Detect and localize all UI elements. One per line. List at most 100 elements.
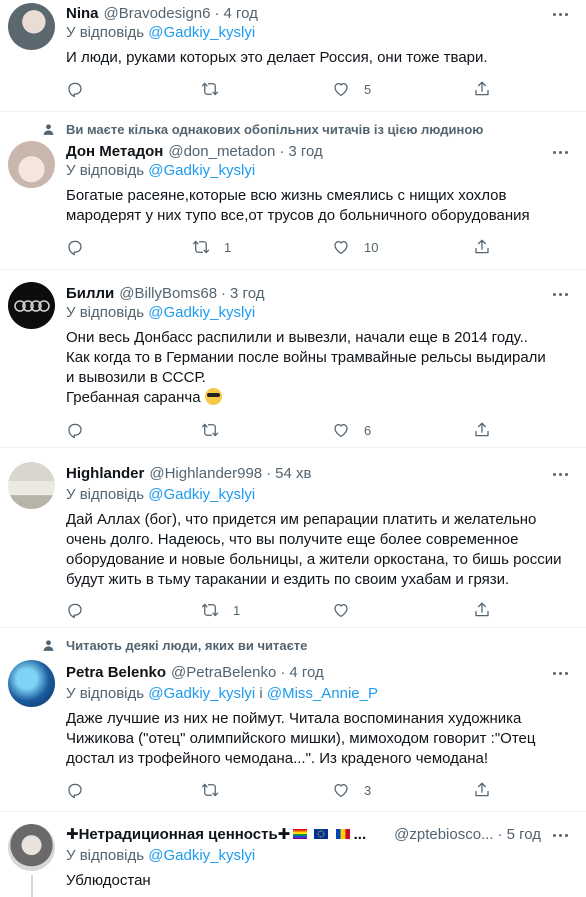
rainbow-flag-icon [293, 828, 308, 839]
author-name[interactable]: ✚Нетрадиционная ценность✚ [66, 825, 290, 843]
mention-link[interactable]: @Gadkiy_kyslyi [148, 304, 255, 321]
more-icon[interactable] [550, 464, 570, 484]
author-handle[interactable]: @BillyBoms68 [119, 285, 217, 302]
author-name[interactable]: Билли [66, 285, 114, 302]
like-button[interactable]: 10 [332, 237, 378, 257]
share-button[interactable] [473, 79, 491, 99]
heart-icon [334, 783, 348, 798]
tweet-header: Highlander @Highlander998 · 54 хв [66, 462, 311, 484]
tweet-timestamp[interactable]: 3 год [230, 285, 264, 302]
moldova-flag-icon [335, 828, 350, 839]
mention-link[interactable]: @Miss_Annie_P [267, 685, 378, 702]
share-icon [475, 81, 489, 96]
mention-link[interactable]: @Gadkiy_kyslyi [148, 162, 255, 179]
reply-icon [68, 603, 82, 619]
reply-context: У відповідь @Gadkiy_kyslyi [66, 304, 255, 324]
author-handle[interactable]: @Bravodesign6 [104, 5, 211, 22]
avatar[interactable] [8, 462, 55, 509]
retweet-button[interactable] [201, 780, 233, 800]
like-count: 5 [364, 81, 372, 97]
reply-button[interactable] [66, 79, 98, 99]
heart-icon [334, 82, 348, 97]
separator-dot: · [497, 825, 503, 843]
eu-flag-icon [314, 828, 329, 839]
tweet-timestamp[interactable]: 4 год [289, 664, 323, 681]
share-button[interactable] [473, 420, 491, 440]
more-icon[interactable] [550, 663, 570, 683]
mention-link[interactable]: @Gadkiy_kyslyi [148, 847, 255, 864]
avatar[interactable] [8, 141, 55, 188]
tweet-header: Nina @Bravodesign6 · 4 год [66, 2, 258, 24]
separator-dot: · [214, 4, 220, 22]
author-handle[interactable]: @PetraBelenko [171, 664, 276, 681]
more-icon[interactable] [550, 284, 570, 304]
tweet[interactable]: ✚Нетрадиционная ценность✚ ... @zptebiosc… [0, 812, 586, 897]
like-button[interactable] [332, 600, 364, 620]
tweet-text-line: Дай Аллах (бог), что придется им репарац… [66, 511, 537, 528]
reply-prefix: У відповідь [66, 162, 145, 179]
tweet[interactable]: Nina @Bravodesign6 · 4 год У відповідь @… [0, 0, 586, 112]
author-name[interactable]: Nina [66, 5, 99, 22]
tweet-text-line: достал из трофейного чемодана...". Из кр… [66, 750, 489, 767]
reply-prefix: У відповідь [66, 24, 145, 41]
reply-button[interactable] [66, 780, 98, 800]
retweet-button[interactable]: 1 [201, 600, 240, 620]
mention-link[interactable]: @Gadkiy_kyslyi [148, 685, 255, 702]
avatar[interactable] [8, 824, 55, 871]
tweet-text-line: Даже лучшие из них не поймут. Читала вос… [66, 710, 522, 727]
like-button[interactable]: 5 [332, 79, 371, 99]
tweet-header: Petra Belenko @PetraBelenko · 4 год [66, 661, 324, 683]
retweet-button[interactable] [201, 79, 233, 99]
retweet-button[interactable]: 1 [192, 237, 231, 257]
author-handle[interactable]: @Highlander998 [149, 465, 262, 482]
flag-icons [290, 826, 350, 843]
avatar[interactable] [8, 660, 55, 707]
reply-prefix: У відповідь [66, 847, 145, 864]
author-handle[interactable]: @zptebiosco... [394, 826, 493, 843]
like-count: 6 [364, 422, 372, 438]
more-icon[interactable] [550, 142, 570, 162]
author-name[interactable]: Дон Метадон [66, 143, 163, 160]
tweet-timestamp[interactable]: 4 год [223, 5, 257, 22]
reply-context: У відповідь @Gadkiy_kyslyi [66, 24, 255, 44]
reply-context: У відповідь @Gadkiy_kyslyi [66, 486, 255, 506]
author-name[interactable]: Petra Belenko [66, 664, 166, 681]
tweet[interactable]: Читають деякі люди, яких ви читаєте Petr… [0, 628, 586, 812]
like-button[interactable]: 3 [332, 780, 371, 800]
heart-icon [334, 240, 348, 255]
author-handle[interactable]: @don_metadon [168, 143, 275, 160]
tweet-text-line: очень долго. Надеюсь, что вы получите ещ… [66, 531, 519, 548]
retweet-icon [201, 82, 219, 96]
tweet[interactable]: Ви маєте кілька однакових обопільних чит… [0, 112, 586, 270]
reply-button[interactable] [66, 600, 98, 620]
retweet-icon [201, 603, 219, 617]
tweet[interactable]: Билли @BillyBoms68 · 3 год У відповідь @… [0, 270, 586, 448]
tweet-text: Богатые расеяне,которые всю жизнь смеяли… [66, 186, 566, 226]
reply-context: У відповідь @Gadkiy_kyslyi і @Miss_Annie… [66, 685, 378, 705]
tweet-text: Дай Аллах (бог), что придется им репарац… [66, 510, 566, 590]
tweet-timestamp[interactable]: 5 год [507, 826, 541, 843]
retweet-button[interactable] [201, 420, 233, 440]
reply-button[interactable] [66, 237, 98, 257]
avatar[interactable] [8, 282, 55, 329]
more-icon[interactable] [550, 4, 570, 24]
mention-link[interactable]: @Gadkiy_kyslyi [148, 486, 255, 503]
like-button[interactable]: 6 [332, 420, 371, 440]
avatar[interactable] [8, 3, 55, 50]
reply-button[interactable] [66, 420, 98, 440]
tweet-text: Ублюдостан [66, 871, 566, 891]
more-icon[interactable] [550, 825, 570, 845]
share-button[interactable] [473, 600, 491, 620]
separator-dot: · [266, 464, 272, 482]
tweet-timestamp[interactable]: 54 хв [275, 465, 311, 482]
tweet-text-line: Ублюдостан [66, 872, 151, 889]
tweet-timestamp[interactable]: 3 год [288, 143, 322, 160]
mention-link[interactable]: @Gadkiy_kyslyi [148, 24, 255, 41]
share-button[interactable] [473, 237, 491, 257]
author-name[interactable]: Highlander [66, 465, 144, 482]
share-button[interactable] [473, 780, 491, 800]
tweet-text: Даже лучшие из них не поймут. Читала вос… [66, 709, 566, 769]
heart-icon [334, 423, 348, 438]
tweet[interactable]: Highlander @Highlander998 · 54 хв У відп… [0, 448, 586, 628]
reply-icon [68, 82, 82, 98]
